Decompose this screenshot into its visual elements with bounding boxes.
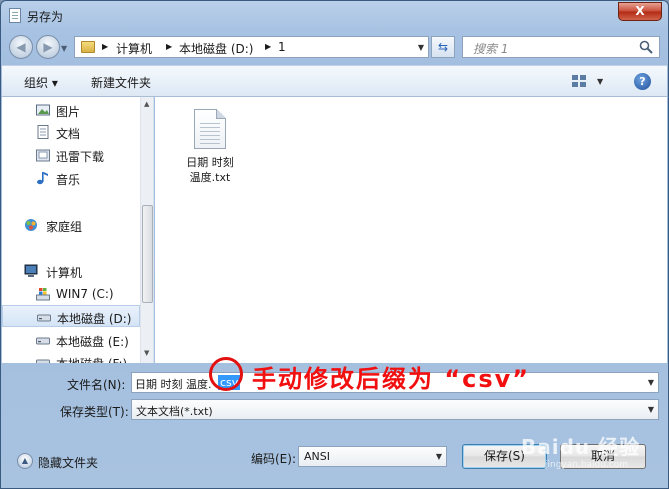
pictures-icon: [36, 104, 50, 116]
sidebar-item-drive-f[interactable]: 本地磁盘 (F:): [2, 351, 140, 363]
forward-button[interactable]: ▶: [36, 35, 60, 59]
file-list[interactable]: 日期 时刻 温度.txt: [155, 97, 667, 363]
drive-icon: [36, 359, 50, 363]
drive-icon: [37, 314, 51, 322]
title-bar: 另存为 X: [1, 1, 668, 31]
sidebar-item-label: 计算机: [46, 266, 83, 280]
command-bar: 组织 ▾ 新建文件夹 ▼ ?: [2, 65, 667, 97]
sidebar-item-drive-e[interactable]: 本地磁盘 (E:): [2, 329, 140, 351]
sidebar-item-music[interactable]: 音乐: [2, 167, 140, 189]
homegroup-icon: [25, 219, 37, 231]
sidebar-item-downloads[interactable]: 迅雷下载: [2, 144, 140, 166]
file-name: 日期 时刻 温度.txt: [179, 155, 241, 185]
dialog-document-icon: [9, 8, 21, 23]
back-button[interactable]: ◀: [9, 35, 33, 59]
dialog-title: 另存为: [27, 10, 64, 24]
file-name-line2: 温度.txt: [189, 171, 231, 184]
chevron-right-icon[interactable]: ▶: [102, 42, 108, 51]
sidebar-item-label: 图片: [56, 105, 81, 119]
address-bar[interactable]: ▶ 计算机 ▶ 本地磁盘 (D:) ▶ 1 ▼: [74, 36, 429, 58]
computer-icon: [24, 264, 38, 277]
annotation-circle: [209, 357, 243, 391]
save-type-value: 文本文档(*.txt): [136, 405, 213, 418]
close-button[interactable]: X: [618, 2, 662, 21]
breadcrumb-folder-1[interactable]: 1: [278, 40, 286, 54]
watermark-logo: Baidu 经验: [521, 435, 641, 459]
help-icon[interactable]: ?: [634, 73, 651, 90]
refresh-button[interactable]: ⇆: [431, 36, 455, 58]
sidebar-item-label: 音乐: [56, 173, 81, 187]
sidebar-item-documents[interactable]: 文档: [2, 121, 140, 143]
sidebar-item-label: 家庭组: [46, 220, 83, 234]
sidebar-item-label: WIN7 (C:): [56, 287, 114, 301]
documents-icon: [37, 125, 49, 139]
filename-dropdown-icon[interactable]: ▼: [648, 378, 654, 387]
download-folder-icon: [36, 149, 50, 162]
sidebar-item-drive-d[interactable]: 本地磁盘 (D:): [2, 305, 140, 327]
change-view-icon[interactable]: [572, 75, 586, 87]
sidebar-item-label: 本地磁盘 (E:): [56, 335, 129, 349]
view-options-dropdown-icon[interactable]: ▼: [597, 77, 603, 86]
encoding-label: 编码(E):: [251, 452, 296, 466]
recent-pages-dropdown-icon[interactable]: ▼: [61, 44, 67, 53]
sidebar-item-computer[interactable]: 计算机: [2, 260, 140, 282]
music-icon: [37, 172, 48, 185]
drive-icon: [36, 337, 50, 345]
sidebar-item-label: 迅雷下载: [56, 150, 105, 164]
sidebar-item-label: 文档: [56, 127, 81, 141]
sidebar-item-homegroup[interactable]: 家庭组: [2, 214, 140, 236]
windows-drive-icon: [36, 288, 50, 301]
watermark-url: jingyan.baidu.com: [545, 460, 629, 470]
annotation-text: 手动修改后缀为 “csv”: [252, 365, 531, 393]
search-icon[interactable]: [639, 40, 653, 54]
sidebar-item-label: 本地磁盘 (F:): [56, 355, 127, 363]
text-file-icon: [194, 109, 226, 149]
scroll-down-icon[interactable]: ▼: [144, 349, 149, 357]
hide-folders-label[interactable]: 隐藏文件夹: [38, 454, 98, 471]
filename-input[interactable]: 日期 时刻 温度.: [135, 376, 212, 392]
sidebar-item-drive-c[interactable]: WIN7 (C:): [2, 283, 140, 305]
scroll-up-icon[interactable]: ▲: [144, 100, 149, 108]
sidebar-scrollbar[interactable]: ▲ ▼: [140, 97, 153, 363]
sidebar-item-pictures[interactable]: 图片: [2, 99, 140, 121]
save-as-dialog: 另存为 X ◀ ▶ ▼ ▶ 计算机 ▶ 本地磁盘 (D:) ▶ 1 ▼ ⇆ 搜索…: [0, 0, 669, 489]
scrollbar-thumb[interactable]: [142, 205, 153, 303]
encoding-value: ANSI: [304, 450, 330, 463]
new-folder-button[interactable]: 新建文件夹: [91, 74, 151, 91]
save-type-label: 保存类型(T):: [60, 405, 129, 419]
save-type-dropdown-icon[interactable]: ▼: [648, 405, 654, 414]
organize-button[interactable]: 组织 ▾: [24, 74, 58, 91]
folder-icon: [81, 41, 95, 53]
navigation-pane: 图片 文档 迅雷下载 音乐 家庭组 计算机 WIN7 (C:) 本地磁盘 (D:…: [2, 97, 154, 363]
search-input[interactable]: 搜索 1: [473, 40, 508, 57]
filename-label: 文件名(N):: [67, 378, 126, 392]
chevron-right-icon[interactable]: ▶: [166, 42, 172, 51]
navigation-bar: ◀ ▶ ▼ ▶ 计算机 ▶ 本地磁盘 (D:) ▶ 1 ▼ ⇆ 搜索 1: [1, 32, 668, 62]
chevron-right-icon[interactable]: ▶: [265, 42, 271, 51]
file-name-line1: 日期 时刻: [186, 156, 234, 169]
breadcrumb-computer[interactable]: 计算机: [116, 40, 152, 57]
search-box[interactable]: 搜索 1: [462, 36, 660, 58]
address-dropdown-icon[interactable]: ▼: [418, 43, 424, 52]
sidebar-item-label: 本地磁盘 (D:): [57, 312, 132, 326]
breadcrumb-drive-d[interactable]: 本地磁盘 (D:): [179, 40, 253, 57]
save-type-select[interactable]: 文本文档(*.txt) ▼: [131, 399, 659, 420]
chevron-up-icon[interactable]: ▲: [17, 453, 33, 469]
encoding-select[interactable]: ANSI ▼: [298, 446, 447, 467]
file-item[interactable]: 日期 时刻 温度.txt: [179, 109, 241, 185]
encoding-dropdown-icon[interactable]: ▼: [436, 452, 442, 461]
